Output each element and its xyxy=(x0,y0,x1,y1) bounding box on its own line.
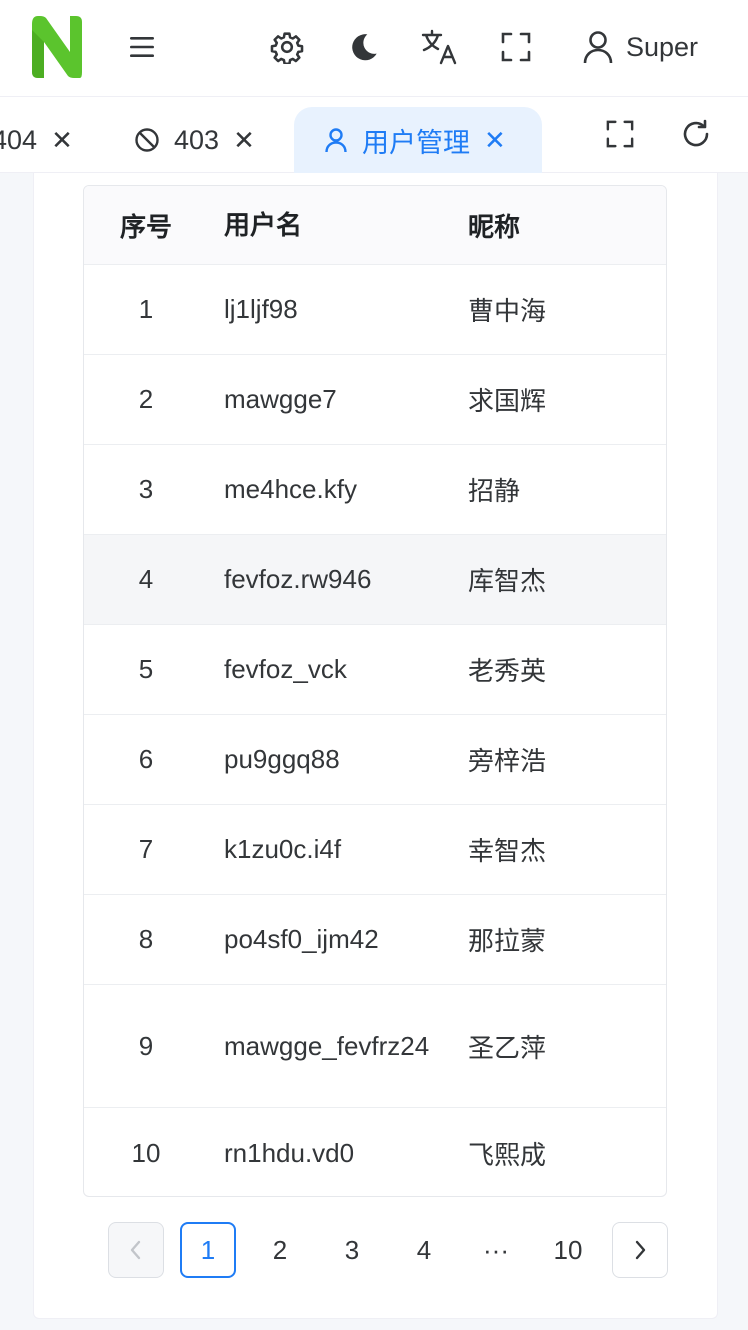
menu-icon xyxy=(130,37,154,57)
cell-index: 4 xyxy=(138,564,154,594)
cell-index: 2 xyxy=(138,384,154,414)
pagination: 1 2 3 4 ··· 10 xyxy=(0,1222,748,1278)
fullscreen-icon xyxy=(606,120,634,148)
cell-index: 8 xyxy=(138,924,154,954)
settings-button[interactable] xyxy=(267,27,307,67)
fullscreen-button[interactable] xyxy=(496,27,536,67)
table-row[interactable]: 6 pu9ggq88 旁梓浩 xyxy=(84,715,666,805)
page-button-3[interactable]: 3 xyxy=(324,1222,380,1278)
page-button-10[interactable]: 10 xyxy=(540,1222,596,1278)
tab-bar: 404 ✕ 403 ✕ 用户管理 ✕ xyxy=(0,97,748,173)
cell-index: 9 xyxy=(138,1030,154,1061)
table-row[interactable]: 8 po4sf0_ijm42 那拉蒙 xyxy=(84,895,666,985)
language-button[interactable] xyxy=(420,27,460,67)
chevron-right-icon xyxy=(635,1240,646,1260)
gear-icon xyxy=(270,32,304,64)
tab-user-management[interactable]: 用户管理 ✕ xyxy=(294,107,542,173)
table-row[interactable]: 3 me4hce.kfy 招静 xyxy=(84,445,666,535)
column-header-nickname: 昵称 xyxy=(468,211,521,242)
prev-page-button[interactable] xyxy=(108,1222,164,1278)
content-fullscreen-button[interactable] xyxy=(600,114,640,154)
cell-nickname: 库智杰 xyxy=(468,566,547,596)
reload-button[interactable] xyxy=(676,114,716,154)
cell-nickname: 招静 xyxy=(468,476,521,506)
page-button-4[interactable]: 4 xyxy=(396,1222,452,1278)
table-header-row: 序号 用户名 昵称 xyxy=(84,186,666,265)
cell-username: mawgge7 xyxy=(224,384,337,414)
naive-logo-icon[interactable] xyxy=(28,14,84,80)
page-button-1[interactable]: 1 xyxy=(180,1222,236,1278)
cell-username: fevfoz.rw946 xyxy=(224,564,372,594)
cell-index: 3 xyxy=(138,474,154,504)
close-icon[interactable]: ✕ xyxy=(484,127,506,153)
top-header: Super xyxy=(0,0,748,97)
user-table: 序号 用户名 昵称 1 lj1ljf98 曹中海 2 mawgge7 求国辉 3… xyxy=(83,185,667,1197)
table-row[interactable]: 10 rn1hdu.vd0 飞熙成 xyxy=(84,1108,666,1196)
cell-username: pu9ggq88 xyxy=(224,744,340,774)
cell-index: 7 xyxy=(138,834,154,864)
cell-username: po4sf0_ijm42 xyxy=(224,924,379,954)
table-row[interactable]: 9 mawgge_fevfrz24 圣乙萍 xyxy=(84,985,666,1108)
tab-403[interactable]: 403 ✕ xyxy=(134,107,255,173)
table-row[interactable]: 2 mawgge7 求国辉 xyxy=(84,355,666,445)
cell-nickname: 曹中海 xyxy=(468,296,547,326)
cell-index: 1 xyxy=(138,294,154,324)
cell-nickname: 旁梓浩 xyxy=(468,746,547,776)
menu-toggle-button[interactable] xyxy=(122,27,162,67)
cell-username: lj1ljf98 xyxy=(224,294,298,324)
table-row[interactable]: 5 fevfoz_vck 老秀英 xyxy=(84,625,666,715)
chevron-left-icon xyxy=(130,1240,141,1260)
cell-nickname: 求国辉 xyxy=(468,386,547,416)
page-button-2[interactable]: 2 xyxy=(252,1222,308,1278)
cell-index: 10 xyxy=(131,1137,161,1168)
close-icon[interactable]: ✕ xyxy=(51,127,73,153)
forbidden-icon xyxy=(135,128,159,152)
cell-nickname: 幸智杰 xyxy=(468,836,547,866)
table-row[interactable]: 4 fevfoz.rw946 库智杰 xyxy=(84,535,666,625)
column-header-username: 用户名 xyxy=(224,209,303,240)
next-page-button[interactable] xyxy=(612,1222,668,1278)
translate-icon xyxy=(421,29,457,65)
tab-label: 用户管理 xyxy=(362,127,470,158)
close-icon[interactable]: ✕ xyxy=(233,127,255,153)
moon-icon xyxy=(352,34,377,61)
user-menu[interactable]: Super xyxy=(582,27,698,67)
user-icon xyxy=(325,128,347,153)
cell-index: 6 xyxy=(138,744,154,774)
cell-index: 5 xyxy=(138,654,154,684)
user-icon xyxy=(583,31,613,64)
cell-username: me4hce.kfy xyxy=(224,474,357,504)
dark-mode-toggle[interactable] xyxy=(344,27,384,67)
cell-nickname: 圣乙萍 xyxy=(468,1032,547,1063)
tab-label: 404 xyxy=(0,124,38,155)
user-name: Super xyxy=(626,31,699,62)
tab-label: 403 xyxy=(174,124,220,155)
cell-username: fevfoz_vck xyxy=(224,654,347,684)
refresh-icon xyxy=(683,119,709,147)
cell-username: mawgge_fevfrz24 xyxy=(224,1030,430,1061)
table-row[interactable]: 1 lj1ljf98 曹中海 xyxy=(84,265,666,355)
cell-nickname: 那拉蒙 xyxy=(468,926,547,956)
cell-username: k1zu0c.i4f xyxy=(224,834,342,864)
table-row[interactable]: 7 k1zu0c.i4f 幸智杰 xyxy=(84,805,666,895)
column-header-index: 序号 xyxy=(119,211,172,242)
cell-nickname: 飞熙成 xyxy=(468,1139,547,1170)
cell-username: rn1hdu.vd0 xyxy=(224,1137,355,1168)
tab-404[interactable]: 404 ✕ xyxy=(0,107,73,173)
page-ellipsis[interactable]: ··· xyxy=(468,1222,524,1278)
cell-nickname: 老秀英 xyxy=(468,656,547,686)
fullscreen-icon xyxy=(501,32,531,62)
